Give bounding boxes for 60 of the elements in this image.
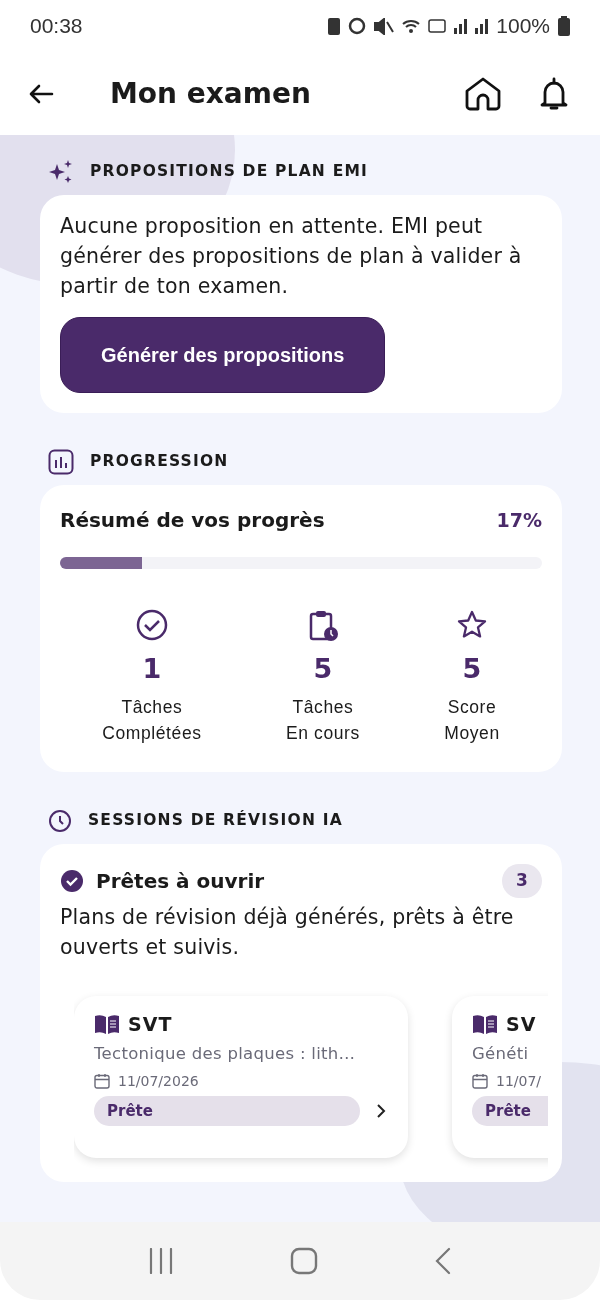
recent-apps-button[interactable] (148, 1248, 174, 1274)
session-subject: SVT (128, 1011, 173, 1037)
group-title: Prêtes à ouvrir (96, 867, 265, 895)
section-heading: SESSIONS DE RÉVISION IA (88, 809, 343, 831)
chevron-right-icon (376, 1103, 386, 1119)
sparkle-icon (48, 159, 74, 185)
bell-icon (540, 76, 568, 111)
section-heading: PROPOSITIONS DE PLAN EMI (90, 161, 369, 183)
book-icon (94, 1012, 120, 1035)
battery-percent: 100% (496, 13, 550, 40)
session-subject: SV (506, 1011, 537, 1037)
count-badge: 3 (502, 863, 542, 898)
star-icon (456, 609, 488, 641)
home-icon (464, 75, 502, 112)
notification-button[interactable] (540, 76, 568, 111)
calendar-icon (472, 1073, 488, 1090)
status-time: 00:38 (30, 13, 83, 40)
session-topic: Tectonique des plaques : lith… (94, 1043, 357, 1065)
progress-title: Résumé de vos progrès (60, 507, 325, 534)
chart-icon (48, 449, 74, 475)
stat-label: Score (447, 695, 497, 719)
stat-label: Tâches (121, 695, 183, 719)
progress-percent: 17% (496, 507, 542, 533)
home-nav-button[interactable] (290, 1247, 318, 1275)
stat-value: 5 (313, 652, 333, 686)
session-date: 11/07/ (496, 1071, 542, 1091)
book-icon (472, 1012, 498, 1035)
check-circle-icon (135, 609, 168, 641)
back-nav-button[interactable] (434, 1247, 452, 1275)
session-topic: Généti (472, 1043, 530, 1065)
status-pill: Prête (472, 1095, 548, 1127)
home-square-icon (290, 1247, 318, 1275)
back-button[interactable] (28, 82, 54, 105)
session-card[interactable]: SV Généti 11/07/ Prête (452, 995, 548, 1159)
stat-value: 1 (142, 652, 162, 686)
back-chevron-icon (434, 1247, 452, 1275)
section-heading: PROGRESSION (90, 451, 229, 473)
home-button[interactable] (464, 75, 502, 112)
session-date: 11/07/2026 (118, 1071, 199, 1091)
mute-icon (374, 17, 395, 35)
back-arrow-icon (28, 82, 54, 105)
empty-message: Aucune proposition en attente. EMI peut générer des propositions de plan à valider à partir de ton examen. (60, 213, 523, 300)
signal-icon (454, 18, 468, 34)
generate-button[interactable]: Générer des propositions (60, 317, 386, 393)
session-card[interactable]: SVT Tectonique des plaques : lith… 11/07/2026 Prête (74, 995, 408, 1159)
stat-label: Moyen (444, 721, 500, 745)
wifi-icon (402, 19, 421, 33)
stat-label: En cours (285, 721, 360, 745)
stat-label: Complétées (102, 721, 202, 745)
battery-icon (558, 16, 570, 36)
clock-icon (48, 808, 72, 833)
status-pill: Prête (94, 1095, 360, 1127)
page-title: Mon examen (110, 75, 311, 112)
check-circle-icon (60, 868, 84, 893)
calendar-icon (94, 1073, 110, 1090)
stat-value: 5 (462, 652, 482, 686)
recent-apps-icon (148, 1248, 174, 1274)
group-description: Plans de révision déjà générés, prêts à être ouverts et suivis. (59, 903, 515, 961)
signal-icon (475, 18, 489, 34)
stat-label: Tâches (292, 695, 354, 719)
